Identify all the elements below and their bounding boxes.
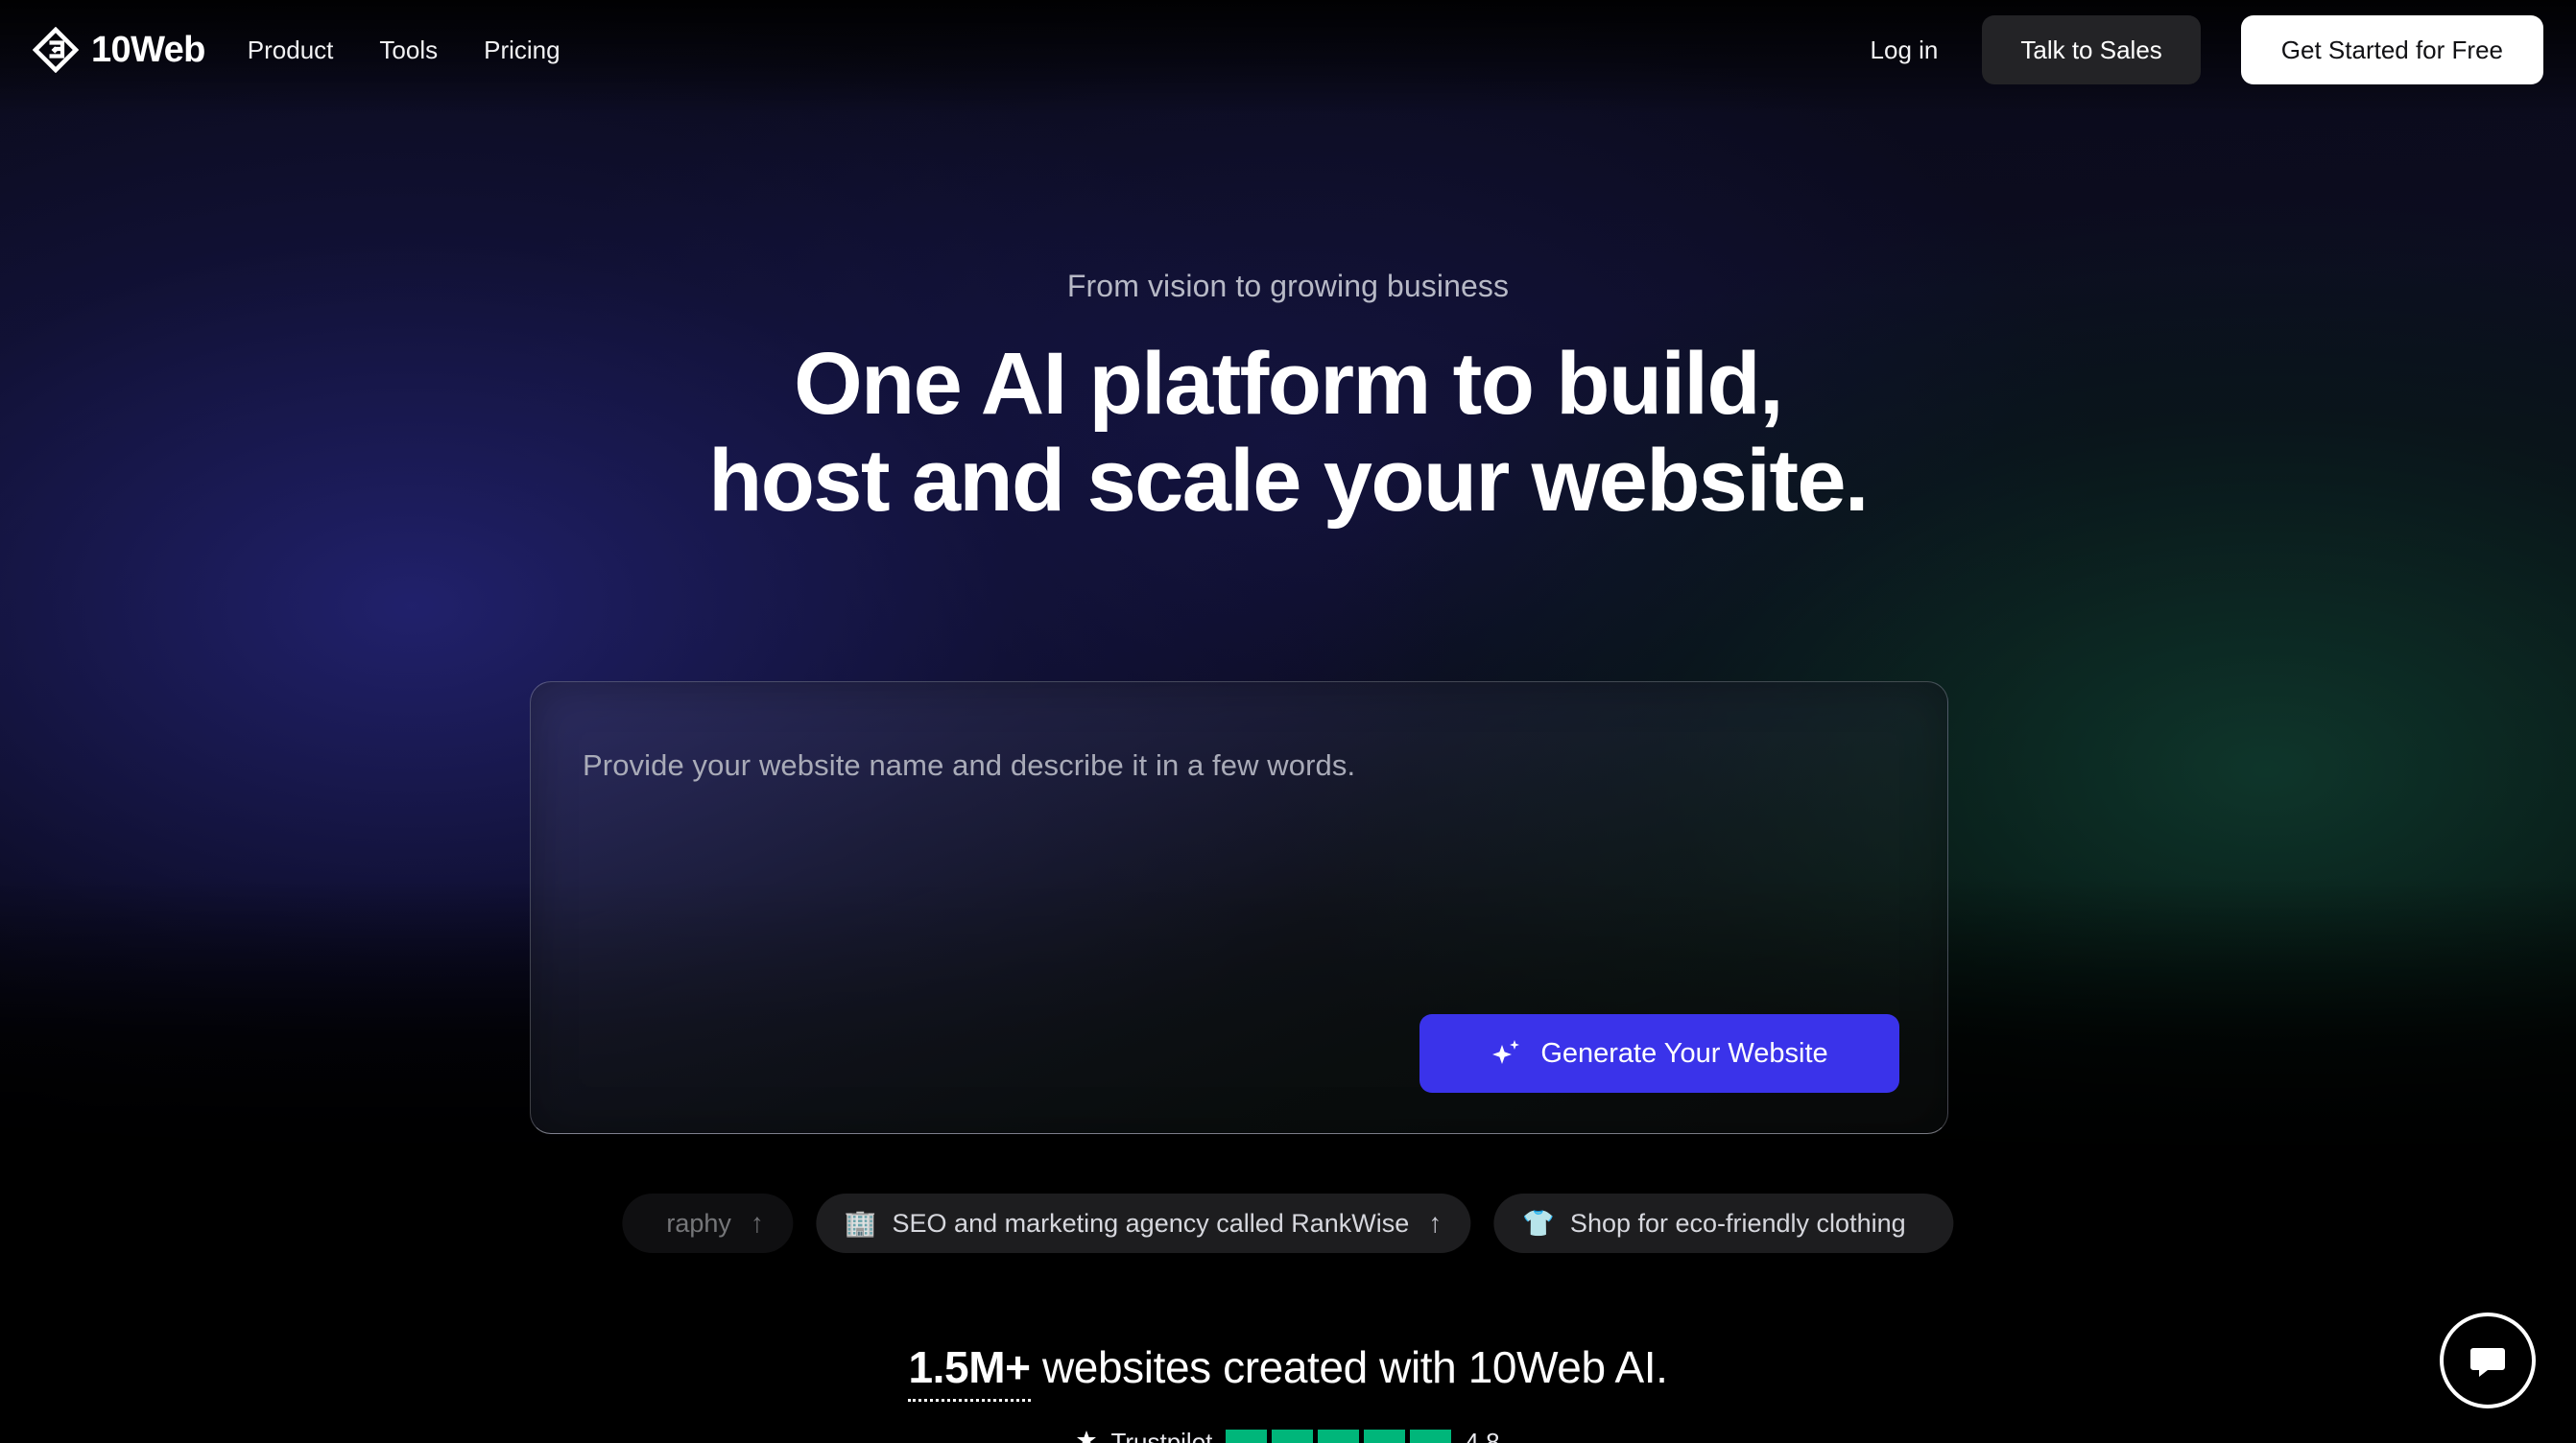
get-started-free-button[interactable]: Get Started for Free — [2240, 15, 2543, 84]
login-link[interactable]: Log in — [1871, 35, 1939, 65]
page-root: 10Web Product Tools Pricing Log in Talk … — [0, 0, 2576, 1443]
arrow-up-icon: ↑ — [750, 1208, 764, 1238]
trustpilot-label: Trustpilot — [1110, 1430, 1212, 1443]
nav-item-pricing[interactable]: Pricing — [484, 37, 560, 62]
tenweb-diamond-logo-icon — [33, 27, 79, 73]
star-filled-icon — [1272, 1430, 1314, 1443]
arrow-up-icon: ↑ — [1428, 1208, 1443, 1238]
nav-item-tools[interactable]: Tools — [379, 37, 438, 62]
nav-item-product[interactable]: Product — [248, 37, 334, 62]
suggestion-chip-eco-clothing[interactable]: 👕 Shop for eco-friendly clothing — [1493, 1194, 1954, 1253]
brand-name: 10Web — [91, 30, 205, 70]
suggestion-chip-photography[interactable]: raphy ↑ — [622, 1194, 793, 1253]
star-filled-icon — [1226, 1430, 1268, 1443]
prompt-textarea-placeholder[interactable]: Provide your website name and describe i… — [583, 747, 1355, 783]
star-filled-icon — [1364, 1430, 1406, 1443]
stat-rest-text: websites created with 10Web AI. — [1030, 1342, 1668, 1392]
generate-website-button[interactable]: Generate Your Website — [1419, 1014, 1899, 1093]
sparkle-icon — [1491, 1037, 1523, 1070]
chips-fade-left — [0, 1188, 451, 1259]
trustpilot-rating[interactable]: Trustpilot 4.8 — [0, 1430, 2576, 1443]
suggestion-chip-label: raphy — [666, 1208, 731, 1238]
header-actions: Log in Talk to Sales Get Started for Fre… — [1871, 15, 2543, 84]
chat-bubble-icon — [2465, 1337, 2511, 1384]
prompt-input-card[interactable]: Provide your website name and describe i… — [530, 681, 1948, 1134]
suggestion-chip-label: Shop for eco-friendly clothing — [1569, 1208, 1906, 1238]
star-filled-icon — [1318, 1430, 1360, 1443]
suggestion-chips-row: raphy ↑ 🏢 SEO and marketing agency calle… — [622, 1188, 1954, 1259]
suggestion-chip-rankwise[interactable]: 🏢 SEO and marketing agency called RankWi… — [815, 1194, 1471, 1253]
chips-fade-right — [2125, 1188, 2576, 1259]
headline-line-1: One AI platform to build, — [794, 335, 1783, 433]
office-building-icon: 🏢 — [844, 1208, 877, 1238]
stat-highlight-count: 1.5M+ — [908, 1342, 1031, 1402]
stats-section: 1.5M+ websites created with 10Web AI. — [0, 1342, 2576, 1402]
suggestion-chips-carousel: raphy ↑ 🏢 SEO and marketing agency calle… — [0, 1188, 2576, 1259]
chat-widget-button[interactable] — [2440, 1313, 2536, 1408]
star-icon — [1076, 1430, 1097, 1443]
headline-line-2: host and scale your website. — [708, 432, 1869, 531]
page-title: One AI platform to build, host and scale… — [708, 335, 1869, 531]
trustpilot-score: 4.8 — [1465, 1430, 1499, 1443]
generate-website-label: Generate Your Website — [1540, 1037, 1828, 1069]
trustpilot-stars — [1226, 1430, 1452, 1443]
websites-created-stat: 1.5M+ websites created with 10Web AI. — [908, 1342, 1668, 1402]
brand-logo-link[interactable]: 10Web — [33, 27, 205, 73]
star-filled-icon — [1410, 1430, 1452, 1443]
site-header: 10Web Product Tools Pricing Log in Talk … — [0, 0, 2576, 100]
tshirt-icon: 👕 — [1522, 1208, 1555, 1238]
talk-to-sales-button[interactable]: Talk to Sales — [1982, 15, 2201, 84]
suggestion-chip-label: SEO and marketing agency called RankWise — [892, 1208, 1410, 1238]
hero-eyebrow: From vision to growing business — [1066, 269, 1510, 303]
main-nav: Product Tools Pricing — [248, 37, 561, 62]
